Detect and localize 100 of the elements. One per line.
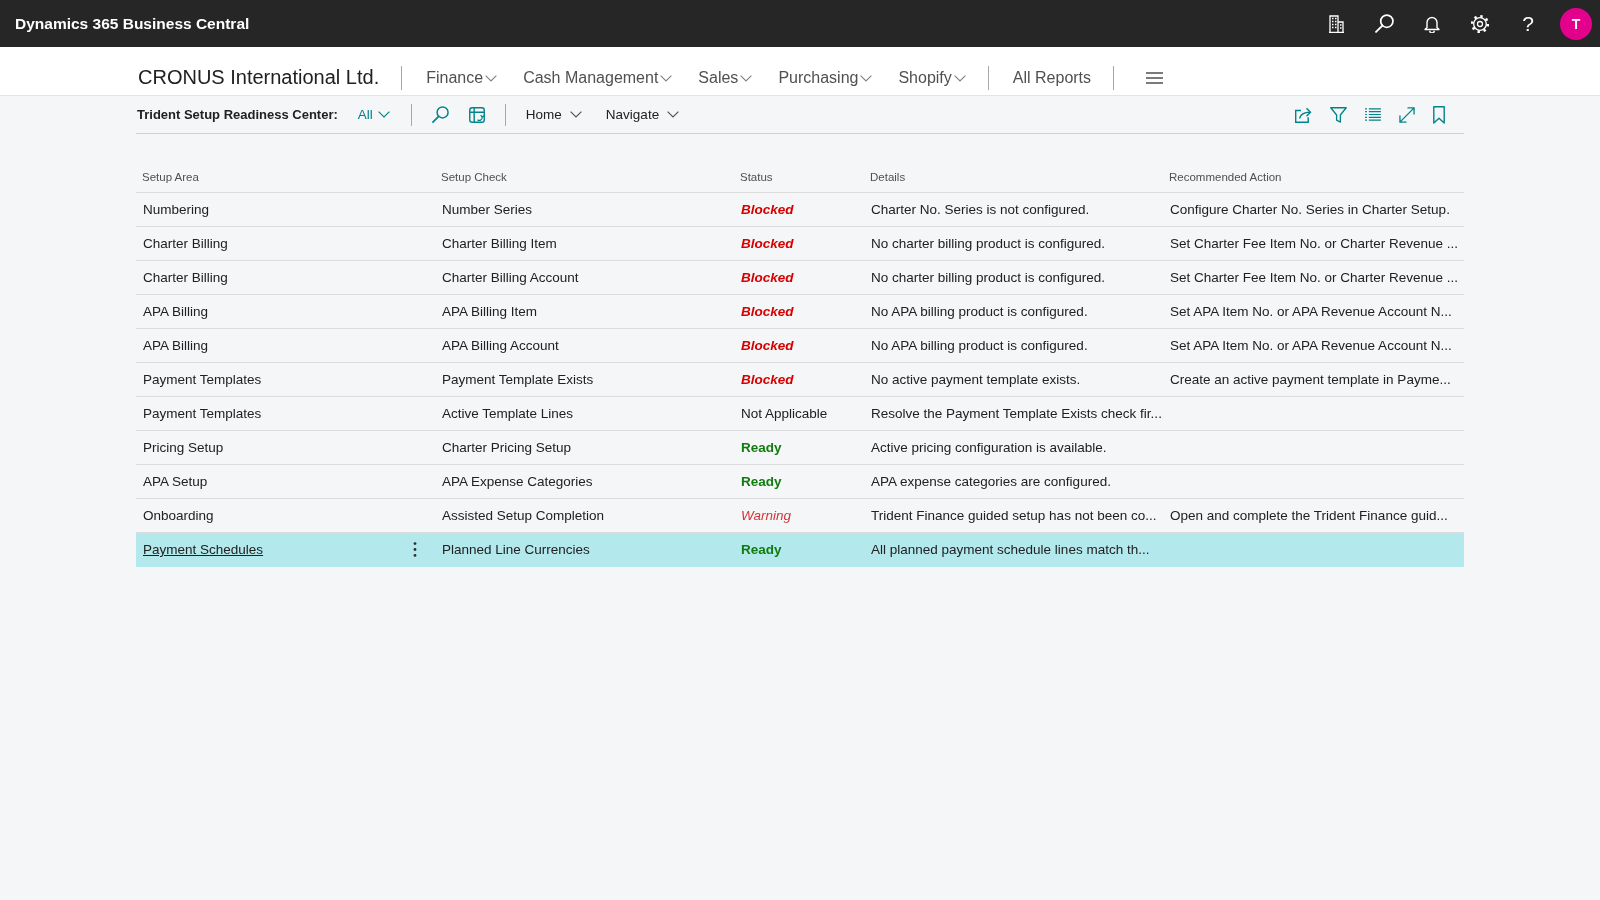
user-avatar[interactable]: T: [1560, 7, 1592, 40]
table-cell-text: Numbering: [142, 202, 211, 217]
view-filter-dropdown[interactable]: All: [357, 107, 390, 122]
table-cell-text: No charter billing product is configured.: [870, 236, 1107, 251]
filter-icon[interactable]: [1330, 106, 1347, 123]
table-cell-text: Charter Pricing Setup: [441, 440, 573, 455]
caret-icon: [569, 111, 582, 118]
share-icon[interactable]: [1294, 106, 1312, 123]
table-cell-text: Payment Template Exists: [441, 372, 595, 387]
nav-menu-item[interactable]: Sales: [698, 68, 753, 87]
status-text: Blocked: [740, 372, 795, 387]
status-text: Blocked: [740, 202, 795, 217]
table-cell-text: Charter Billing Item: [441, 236, 558, 251]
company-name[interactable]: CRONUS International Ltd.: [138, 66, 380, 89]
table-cell-text: Create an active payment template in Payme...: [1169, 372, 1452, 387]
status-text: Blocked: [740, 236, 795, 251]
notification-bell-icon[interactable]: [1424, 14, 1440, 33]
action-menu-button[interactable]: Navigate: [605, 107, 680, 122]
table-cell-text: Set APA Item No. or APA Revenue Account N...: [1169, 304, 1453, 319]
table-cell-text: APA Setup: [142, 474, 209, 489]
column-header[interactable]: Status: [734, 170, 779, 183]
table-cell-text: Active pricing configuration is available.: [870, 440, 1108, 455]
column-header[interactable]: Setup Area: [136, 170, 205, 183]
table-cell-text: Trident Finance guided setup has not been co...: [870, 508, 1158, 523]
setup-area-link[interactable]: Payment Schedules: [143, 542, 264, 557]
caret-icon: [660, 75, 673, 82]
table-cell-text: Charter Billing Account: [441, 270, 580, 285]
status-text: Ready: [740, 474, 783, 489]
table-row[interactable]: Charter Billing Charter Billing Item Blocked No charter billing product is configured. Set Charter Fee Item No. or Charter Revenue ...: [136, 227, 1464, 261]
expand-icon[interactable]: [1399, 106, 1415, 123]
status-text: Ready: [740, 440, 783, 455]
caret-icon: [953, 75, 966, 82]
table-row[interactable]: Payment Schedules Planned Line Currencies Ready All planned payment schedule lines match th...: [136, 533, 1464, 567]
table-row[interactable]: APA Billing APA Billing Account Blocked No APA billing product is configured. Set APA Item No. or APA Revenue Account N...: [136, 329, 1464, 363]
table-cell-text: No charter billing product is configured.: [870, 270, 1107, 285]
table-cell-text: Set Charter Fee Item No. or Charter Revenue ...: [1169, 270, 1460, 285]
caret-icon: [667, 111, 680, 118]
table-cell-text: No APA billing product is configured.: [870, 304, 1089, 319]
help-button[interactable]: ?: [1504, 10, 1552, 37]
table-cell-text: Assisted Setup Completion: [441, 508, 606, 523]
status-text: Ready: [740, 542, 783, 557]
table-cell-text: Charter Billing: [142, 236, 229, 251]
building-icon[interactable]: [1328, 14, 1344, 33]
table-cell-text: Set Charter Fee Item No. or Charter Revenue ...: [1169, 236, 1460, 251]
status-text: Warning: [740, 508, 793, 523]
table-cell-text: Payment Templates: [142, 372, 263, 387]
nav-menu-item[interactable]: Purchasing: [778, 68, 873, 87]
nav-menu-item[interactable]: Cash Management: [523, 68, 673, 87]
table-cell-text: Planned Line Currencies: [441, 542, 591, 557]
column-header[interactable]: Details: [864, 170, 912, 183]
table-cell-text: Onboarding: [142, 508, 215, 523]
status-text: Not Applicable: [740, 406, 829, 421]
column-header[interactable]: Recommended Action: [1163, 170, 1288, 183]
table-cell-text: No APA billing product is configured.: [870, 338, 1089, 353]
table-cell-text: No active payment template exists.: [870, 372, 1082, 387]
table-cell-text: Number Series: [441, 202, 534, 217]
table-cell-text: APA Expense Categories: [441, 474, 594, 489]
table-cell-text: Configure Charter No. Series in Charter Setup.: [1169, 202, 1451, 217]
status-text: Blocked: [740, 304, 795, 319]
table-cell-text: Pricing Setup: [142, 440, 225, 455]
action-menu-button[interactable]: Home: [525, 107, 582, 122]
table-cell-text: APA expense categories are configured.: [870, 474, 1112, 489]
status-text: Blocked: [740, 338, 795, 353]
table-cell-text: APA Billing: [142, 304, 210, 319]
all-reports-link[interactable]: All Reports: [1012, 68, 1092, 87]
list-icon[interactable]: [1365, 108, 1381, 121]
nav-menu-item[interactable]: Finance: [426, 68, 498, 87]
table-layout-icon[interactable]: [468, 106, 485, 123]
caret-icon: [740, 75, 753, 82]
table-cell-text: Charter No. Series is not configured.: [870, 202, 1091, 217]
caret-icon: [860, 75, 873, 82]
search-icon[interactable]: [1374, 14, 1394, 33]
bookmark-icon[interactable]: [1433, 105, 1445, 124]
table-cell-text: Set APA Item No. or APA Revenue Account N...: [1169, 338, 1453, 353]
table-cell-text: Charter Billing: [142, 270, 229, 285]
product-name: Dynamics 365 Business Central: [15, 14, 250, 33]
table-row[interactable]: APA Billing APA Billing Item Blocked No APA billing product is configured. Set APA Item No. or APA Revenue Account N...: [136, 295, 1464, 329]
table-cell-text: Active Template Lines: [441, 406, 575, 421]
table-row[interactable]: Numbering Number Series Blocked Charter No. Series is not configured. Configure Charter No. Series in Charter Setup.: [136, 193, 1464, 227]
table-cell-text: APA Billing Item: [441, 304, 539, 319]
caret-icon: [485, 75, 498, 82]
table-cell-text: All planned payment schedule lines match th...: [870, 542, 1151, 557]
status-text: Blocked: [740, 270, 795, 285]
nav-menu-item[interactable]: Shopify: [898, 68, 966, 87]
table-row[interactable]: Payment Templates Active Template Lines Not Applicable Resolve the Payment Template Exists check fir...: [136, 397, 1464, 431]
menu-icon[interactable]: [1146, 71, 1164, 84]
table-row[interactable]: Payment Templates Payment Template Exists Blocked No active payment template exists. Create an active payment template in Payme...: [136, 363, 1464, 397]
column-header[interactable]: Setup Check: [435, 170, 513, 183]
table-cell-text: APA Billing: [142, 338, 210, 353]
table-cell-text: Open and complete the Trident Finance guid...: [1169, 508, 1449, 523]
caret-icon: [377, 111, 390, 118]
more-options-icon[interactable]: [413, 542, 417, 557]
table-row[interactable]: Pricing Setup Charter Pricing Setup Ready Active pricing configuration is available.: [136, 431, 1464, 465]
table-row[interactable]: Charter Billing Charter Billing Account Blocked No charter billing product is configured. Set Charter Fee Item No. or Charter Revenue ...: [136, 261, 1464, 295]
table-cell-text: Resolve the Payment Template Exists check fir...: [870, 406, 1163, 421]
page-title: Trident Setup Readiness Center:: [137, 107, 338, 122]
table-cell-text: Payment Templates: [142, 406, 263, 421]
table-cell-text: APA Billing Account: [441, 338, 560, 353]
table-row[interactable]: APA Setup APA Expense Categories Ready APA expense categories are configured.: [136, 465, 1464, 499]
settings-icon[interactable]: [1470, 13, 1490, 34]
